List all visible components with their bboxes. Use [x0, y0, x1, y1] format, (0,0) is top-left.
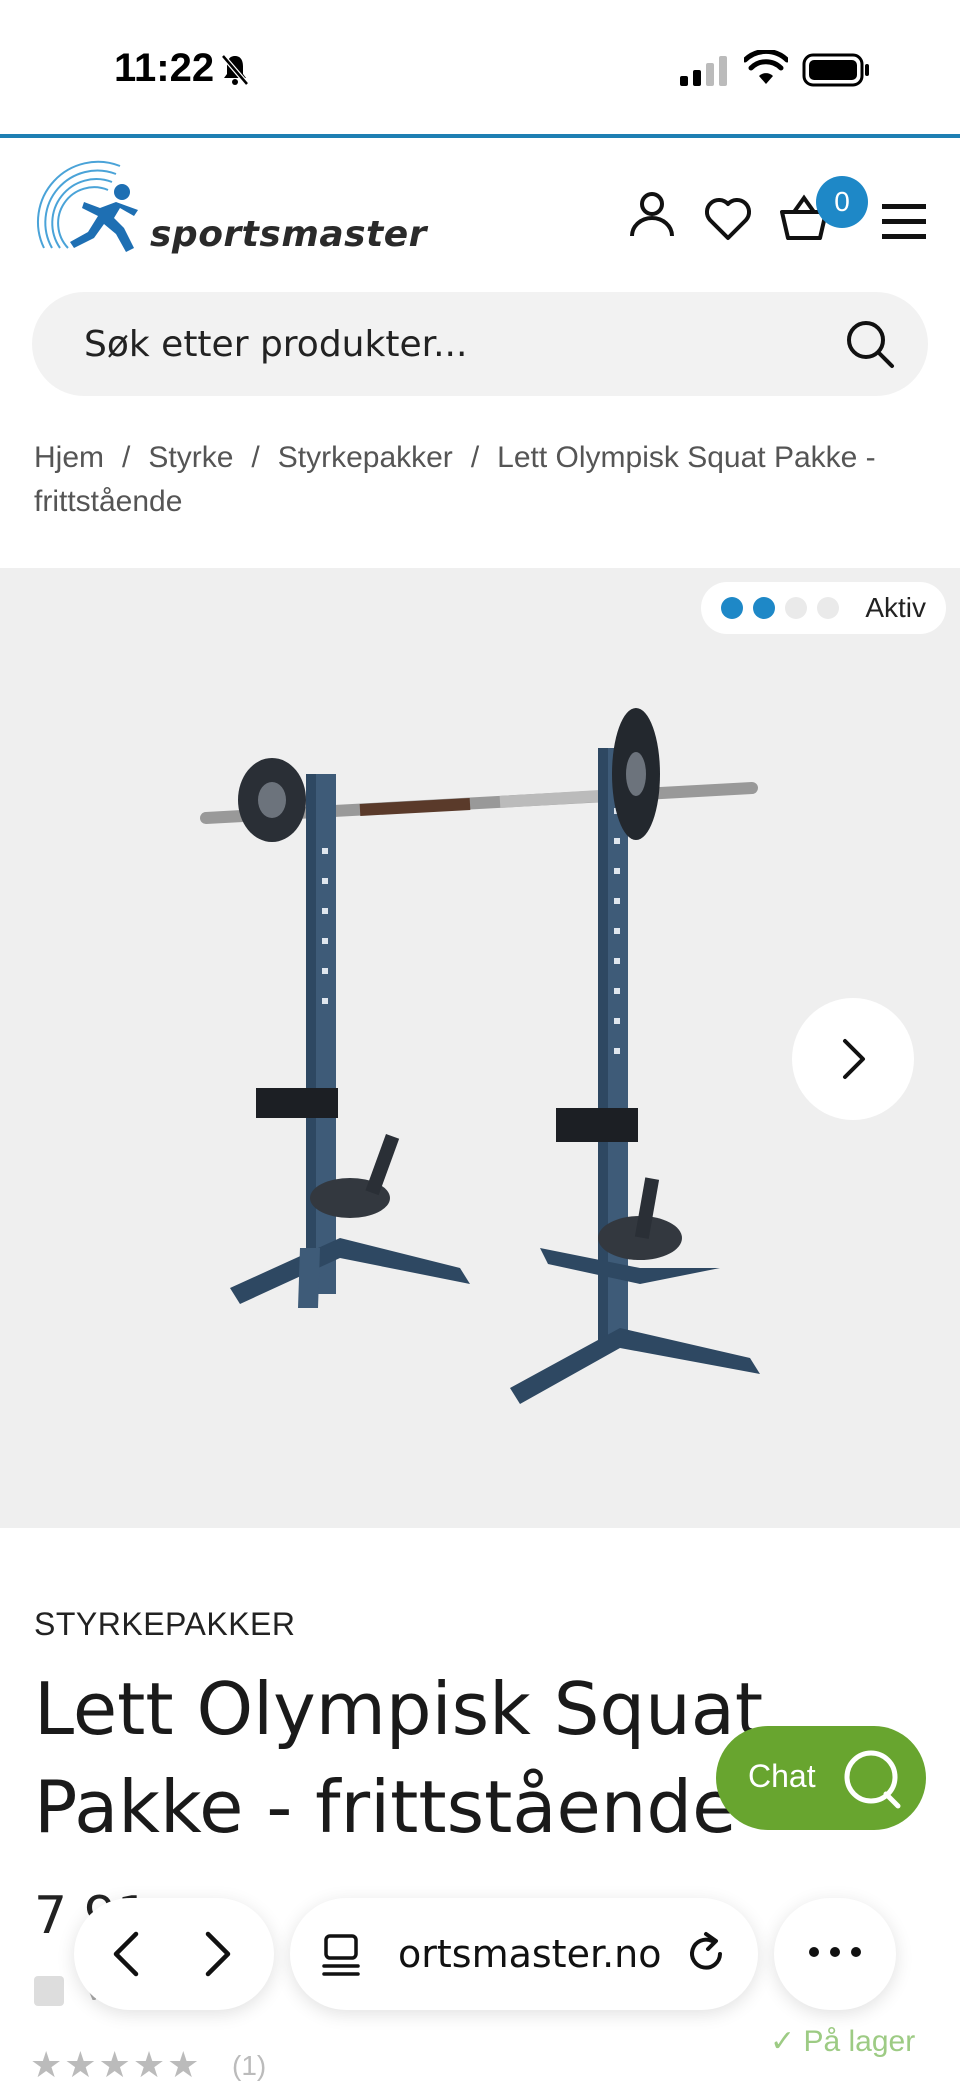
- activity-level-badge: Aktiv: [701, 582, 946, 634]
- breadcrumb-separator: /: [251, 441, 260, 474]
- bell-muted-icon: [221, 54, 249, 86]
- browser-nav-controls: [74, 1898, 274, 2010]
- level-dot-empty: [785, 597, 808, 619]
- search-input[interactable]: [84, 320, 824, 368]
- level-dot-empty: [817, 597, 840, 619]
- runner-logo-icon: [37, 160, 138, 252]
- breadcrumb: Hjem / Styrke / Styrkepakker / Lett Olympisk S…: [34, 436, 934, 524]
- wifi-icon: [744, 50, 788, 84]
- variant-checkbox[interactable]: [34, 1976, 64, 2006]
- search-icon[interactable]: [844, 318, 896, 370]
- chat-label: Chat: [748, 1758, 816, 1794]
- status-bar: 11:22: [0, 0, 960, 134]
- chevron-left-icon[interactable]: [102, 1928, 154, 1980]
- reload-icon[interactable]: [682, 1930, 730, 1978]
- tab-list-icon[interactable]: [320, 1932, 366, 1978]
- search-bar: [32, 292, 928, 396]
- more-dots-icon: [809, 1947, 861, 1957]
- chevron-right-icon: [843, 1039, 865, 1079]
- gallery-next-button[interactable]: [792, 998, 914, 1120]
- breadcrumb-separator: /: [470, 441, 480, 474]
- product-category[interactable]: STYRKEPAKKER: [34, 1606, 295, 1643]
- cart-count-badge: 0: [816, 176, 868, 228]
- level-dot-filled: [721, 597, 744, 619]
- browser-url-bar[interactable]: ortsmaster.no: [290, 1898, 758, 2010]
- logo-text: sportsmaster: [150, 214, 427, 255]
- chevron-right-icon[interactable]: [190, 1928, 242, 1980]
- chat-button[interactable]: Chat: [716, 1726, 926, 1830]
- breadcrumb-item-styrke[interactable]: Styrke: [148, 441, 233, 474]
- status-time: 11:22: [114, 46, 215, 90]
- breadcrumb-separator: /: [122, 441, 131, 474]
- review-count[interactable]: (1): [232, 2050, 266, 2082]
- level-dot-filled: [753, 597, 776, 619]
- sportsmaster-logo[interactable]: sportsmaster: [30, 152, 426, 264]
- browser-more-button[interactable]: [774, 1898, 896, 2010]
- breadcrumb-item-home[interactable]: Hjem: [34, 441, 104, 474]
- user-account-icon[interactable]: [626, 188, 678, 240]
- site-header: sportsmaster 0: [0, 138, 960, 286]
- battery-icon: [802, 53, 869, 87]
- product-title: Lett Olympisk Squat Pakke - frittstående: [34, 1667, 764, 1849]
- breadcrumb-item-styrkepakker[interactable]: Styrkepakker: [278, 441, 453, 474]
- cellular-signal-icon: [680, 56, 727, 86]
- hamburger-menu-icon[interactable]: [880, 198, 932, 250]
- rating-stars[interactable]: ★★★★★: [30, 2044, 201, 2086]
- chat-bubble-icon: [844, 1750, 901, 1809]
- product-image-gallery[interactable]: Aktiv: [0, 568, 960, 1528]
- heart-wishlist-icon[interactable]: [702, 192, 754, 244]
- browser-url-text: ortsmaster.no: [398, 1932, 662, 1976]
- activity-level-label: Aktiv: [865, 592, 926, 623]
- stock-status: ✓ På lager: [770, 2025, 916, 2058]
